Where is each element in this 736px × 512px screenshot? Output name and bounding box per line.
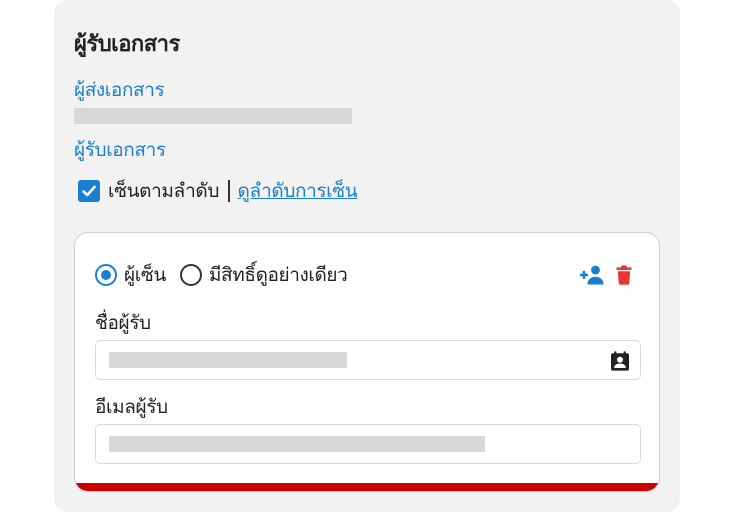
signing-order-checkbox[interactable] [78,180,100,202]
recipient-email-label: อีเมลผู้รับ [95,396,168,418]
contact-book-button[interactable] [609,350,631,372]
recipient-email-input[interactable] [95,424,641,464]
receiver-link[interactable]: ผู้รับเอกสาร [74,135,166,165]
recipient-name-label: ชื่อผู้รับ [95,312,151,334]
recipients-panel: ผู้รับเอกสาร ผู้ส่งเอกสาร ผู้รับเอกสาร เ… [54,0,680,512]
role-signer-label[interactable]: ผู้เซ็น [124,260,166,290]
signing-order-label: เซ็นตามลำดับ [108,180,220,202]
role-signer-radio[interactable] [95,264,117,286]
delete-recipient-button[interactable] [611,263,637,287]
card-bottom-accent-bar [75,483,659,491]
panel-title: ผู้รับเอกสาร [74,32,180,57]
recipient-name-redacted-value [109,352,347,368]
signing-order-row: เซ็นตามลำดับ ดูลำดับการเซ็น [78,176,358,206]
divider [228,180,230,202]
sender-redacted-value [74,108,352,124]
recipient-card: ผู้เซ็น มีสิทธิ์ดูอย่างเดียว ชื่อผู้รับ … [74,232,660,492]
view-signing-order-link[interactable]: ดูลำดับการเซ็น [238,176,358,206]
recipient-email-redacted-value [109,436,485,452]
person-add-icon [580,265,604,285]
trash-icon [616,265,632,285]
contact-book-icon [611,351,629,371]
check-icon [82,185,96,197]
role-view-only-label[interactable]: มีสิทธิ์ดูอย่างเดียว [209,260,348,290]
recipient-name-input[interactable] [95,340,641,380]
sender-link[interactable]: ผู้ส่งเอกสาร [74,75,165,105]
role-radio-group: ผู้เซ็น มีสิทธิ์ดูอย่างเดียว [95,263,361,287]
role-view-only-radio[interactable] [179,264,202,286]
card-actions [579,263,637,287]
add-person-button[interactable] [579,263,605,287]
